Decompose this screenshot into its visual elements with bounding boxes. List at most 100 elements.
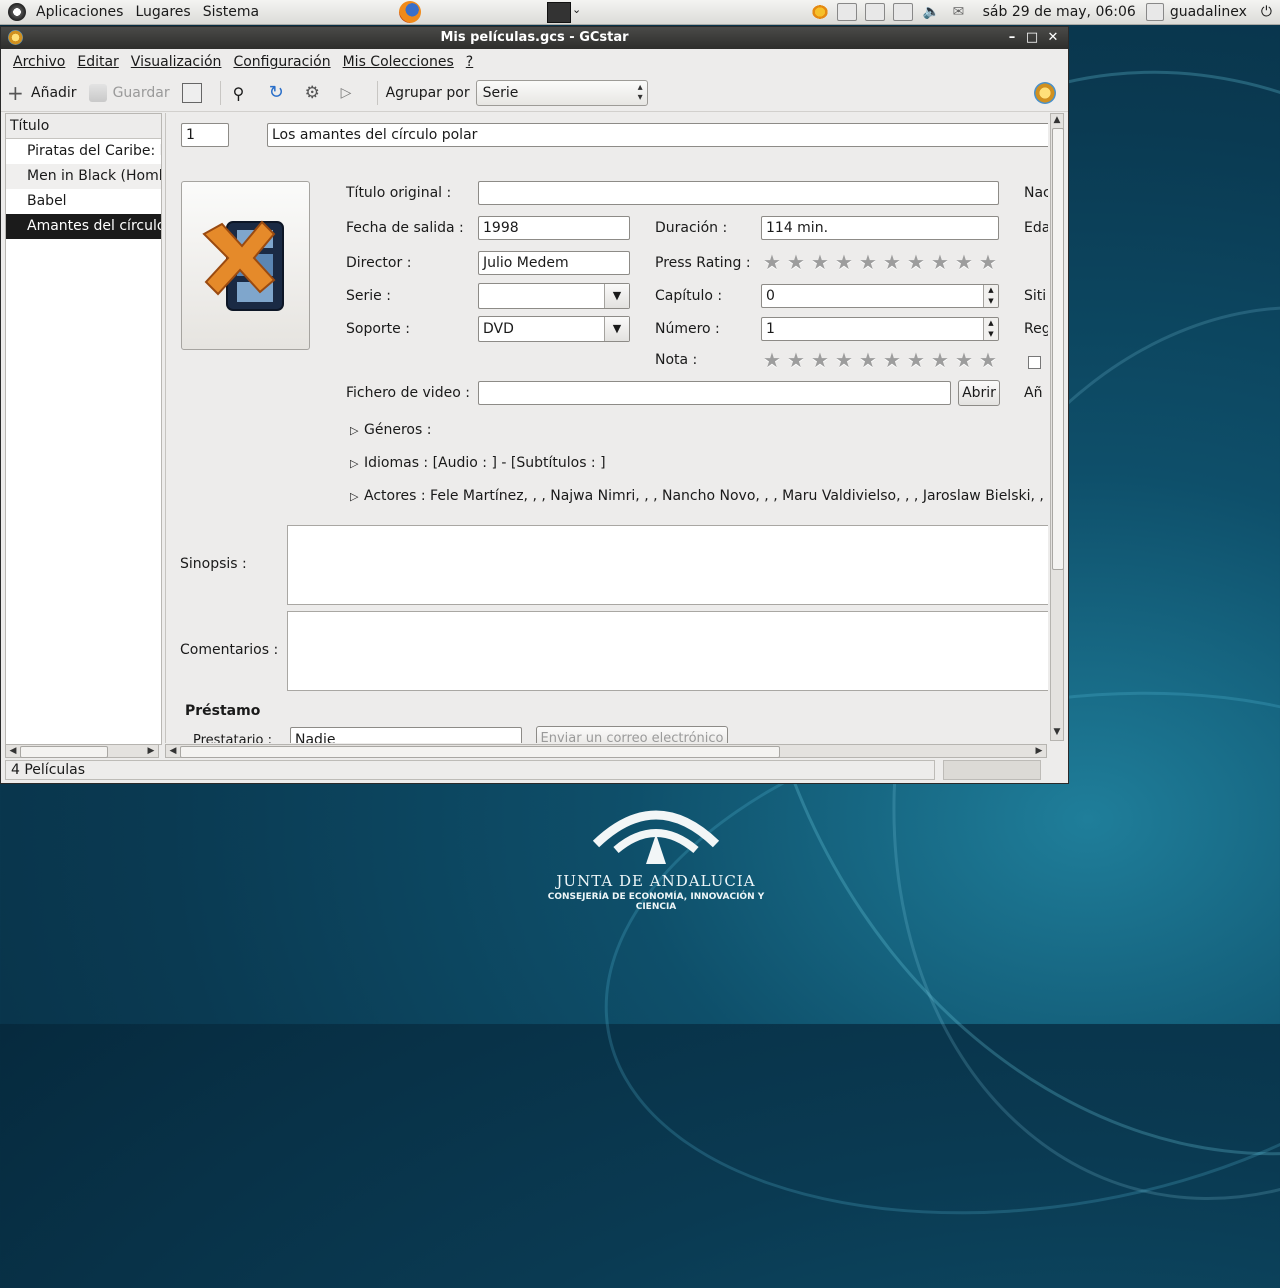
star-icon[interactable]: ★ (760, 251, 784, 273)
actors-expander[interactable]: ▷ Actores : Fele Martínez, , , Najwa Nimr… (350, 488, 1048, 504)
star-icon[interactable]: ★ (976, 251, 1000, 273)
refresh-button[interactable]: ↻ (263, 78, 299, 108)
chevron-down-icon[interactable]: ▼ (604, 284, 629, 308)
video-file-field[interactable] (478, 381, 951, 405)
star-icon[interactable]: ★ (880, 251, 904, 273)
scroll-left-icon[interactable]: ◀ (7, 745, 19, 757)
scroll-down-icon[interactable]: ▼ (1051, 726, 1063, 738)
properties-button[interactable] (176, 78, 214, 108)
series-combo[interactable]: ▼ (478, 283, 630, 309)
detail-hscroll-thumb[interactable] (180, 746, 780, 758)
star-icon[interactable]: ★ (784, 251, 808, 273)
menu-sistema[interactable]: Sistema (197, 4, 265, 20)
spin-arrows-icon[interactable]: ▲ ▼ (983, 285, 998, 307)
distro-logo-icon[interactable] (8, 3, 26, 21)
comments-textarea[interactable] (287, 611, 1048, 691)
window-list-button[interactable] (547, 2, 571, 23)
group-by-select[interactable]: Serie ▴ ▾ (475, 80, 648, 106)
maximize-icon[interactable]: □ (1023, 29, 1041, 47)
director-field[interactable]: Julio Medem (478, 251, 630, 275)
star-icon[interactable]: ★ (952, 251, 976, 273)
menu-mis-colecciones[interactable]: Mis Colecciones (343, 54, 454, 70)
star-icon[interactable]: ★ (856, 251, 880, 273)
settings-button[interactable]: ⚙ (299, 78, 335, 108)
list-hscrollbar[interactable]: ◀ ▶ (5, 744, 159, 758)
close-icon[interactable]: ✕ (1044, 29, 1062, 47)
star-icon[interactable]: ★ (832, 251, 856, 273)
duration-field[interactable]: 114 min. (761, 216, 999, 240)
list-item[interactable]: Piratas del Caribe: la (6, 139, 161, 164)
volume-icon[interactable]: 🔈 (923, 4, 941, 20)
menu-configuracion[interactable]: Configuración (233, 54, 330, 70)
save-button[interactable]: Guardar (83, 78, 176, 108)
star-icon[interactable]: ★ (856, 349, 880, 371)
original-title-field[interactable] (478, 181, 999, 205)
detail-vscrollbar[interactable]: ▲ ▼ (1050, 113, 1064, 741)
scroll-left-icon[interactable]: ◀ (167, 745, 179, 757)
number-spinner[interactable]: 1 ▲ ▼ (761, 317, 999, 341)
send-email-button[interactable]: Enviar un correo electrónico (536, 726, 728, 743)
star-icon[interactable]: ★ (760, 349, 784, 371)
star-icon[interactable]: ★ (832, 349, 856, 371)
rating-stars[interactable]: ★ ★ ★ ★ ★ ★ ★ ★ ★ ★ (760, 349, 1000, 371)
add-button[interactable]: + Añadir (1, 78, 83, 108)
menu-help[interactable]: ? (466, 54, 473, 70)
release-date-field[interactable]: 1998 (478, 216, 630, 240)
star-icon[interactable]: ★ (928, 251, 952, 273)
search-button[interactable]: ⚲ (227, 78, 263, 108)
genres-expander[interactable]: ▷ Géneros : (350, 422, 431, 438)
star-icon[interactable]: ★ (808, 251, 832, 273)
detail-hscrollbar[interactable]: ◀ ▶ (165, 744, 1047, 758)
star-icon[interactable]: ★ (928, 349, 952, 371)
star-icon[interactable]: ★ (952, 349, 976, 371)
chevron-down-icon[interactable]: ⌄ (572, 3, 581, 16)
update-notifier-icon[interactable] (810, 4, 829, 20)
firefox-launcher-icon[interactable] (399, 1, 421, 23)
number-field[interactable]: 1 (181, 123, 229, 147)
title-field[interactable]: Los amantes del círculo polar (267, 123, 1048, 147)
user-name[interactable]: guadalinex (1170, 4, 1247, 20)
drive-icon[interactable] (836, 3, 857, 21)
gcstar-logo-icon[interactable] (1034, 82, 1056, 104)
star-icon[interactable]: ★ (976, 349, 1000, 371)
support-combo[interactable]: DVD ▼ (478, 316, 630, 342)
press-rating-stars[interactable]: ★ ★ ★ ★ ★ ★ ★ ★ ★ ★ (760, 251, 1000, 273)
clock[interactable]: sáb 29 de may, 06:06 (983, 4, 1136, 20)
menu-archivo[interactable]: Archivo (13, 54, 65, 70)
open-button[interactable]: Abrir (958, 380, 1000, 406)
detail-vscroll-thumb[interactable] (1052, 128, 1064, 570)
menu-visualizacion[interactable]: Visualización (131, 54, 222, 70)
list-column-header[interactable]: Título (6, 114, 161, 139)
list-item[interactable]: Babel (6, 189, 161, 214)
list-item[interactable]: Men in Black (Homb (6, 164, 161, 189)
borrower-combo[interactable]: Nadie (290, 727, 522, 743)
star-icon[interactable]: ★ (784, 349, 808, 371)
synopsis-textarea[interactable] (287, 525, 1048, 605)
seen-checkbox[interactable] (1028, 356, 1041, 369)
star-icon[interactable]: ★ (904, 251, 928, 273)
list-item-selected[interactable]: Amantes del círculo (6, 214, 161, 239)
star-icon[interactable]: ★ (808, 349, 832, 371)
mail-icon[interactable]: ✉ (953, 4, 971, 20)
clipboard-icon[interactable] (864, 3, 885, 21)
cover-image-button[interactable] (181, 181, 310, 350)
power-icon[interactable]: ⏻ (1261, 4, 1272, 20)
scroll-up-icon[interactable]: ▲ (1051, 114, 1063, 126)
star-icon[interactable]: ★ (880, 349, 904, 371)
menu-aplicaciones[interactable]: Aplicaciones (30, 4, 129, 20)
scroll-right-icon[interactable]: ▶ (1033, 745, 1045, 757)
network-icon[interactable] (892, 3, 913, 21)
star-icon[interactable]: ★ (904, 349, 928, 371)
list-hscroll-thumb[interactable] (20, 746, 108, 758)
menu-editar[interactable]: Editar (77, 54, 118, 70)
spin-arrows-icon[interactable]: ▲ ▼ (983, 318, 998, 340)
scroll-right-icon[interactable]: ▶ (145, 745, 157, 757)
menu-lugares[interactable]: Lugares (129, 4, 196, 20)
chevron-down-icon[interactable]: ▼ (604, 317, 629, 341)
minimize-icon[interactable]: – (1003, 29, 1021, 47)
expander-arrow-icon: ▷ (350, 457, 359, 470)
languages-expander[interactable]: ▷ Idiomas : [Audio : ] - [Subtítulos : ] (350, 455, 606, 471)
play-button[interactable]: ▷ (335, 78, 371, 108)
window-titlebar[interactable]: Mis películas.gcs - GCstar – □ ✕ (1, 27, 1068, 49)
chapter-spinner[interactable]: 0 ▲ ▼ (761, 284, 999, 308)
